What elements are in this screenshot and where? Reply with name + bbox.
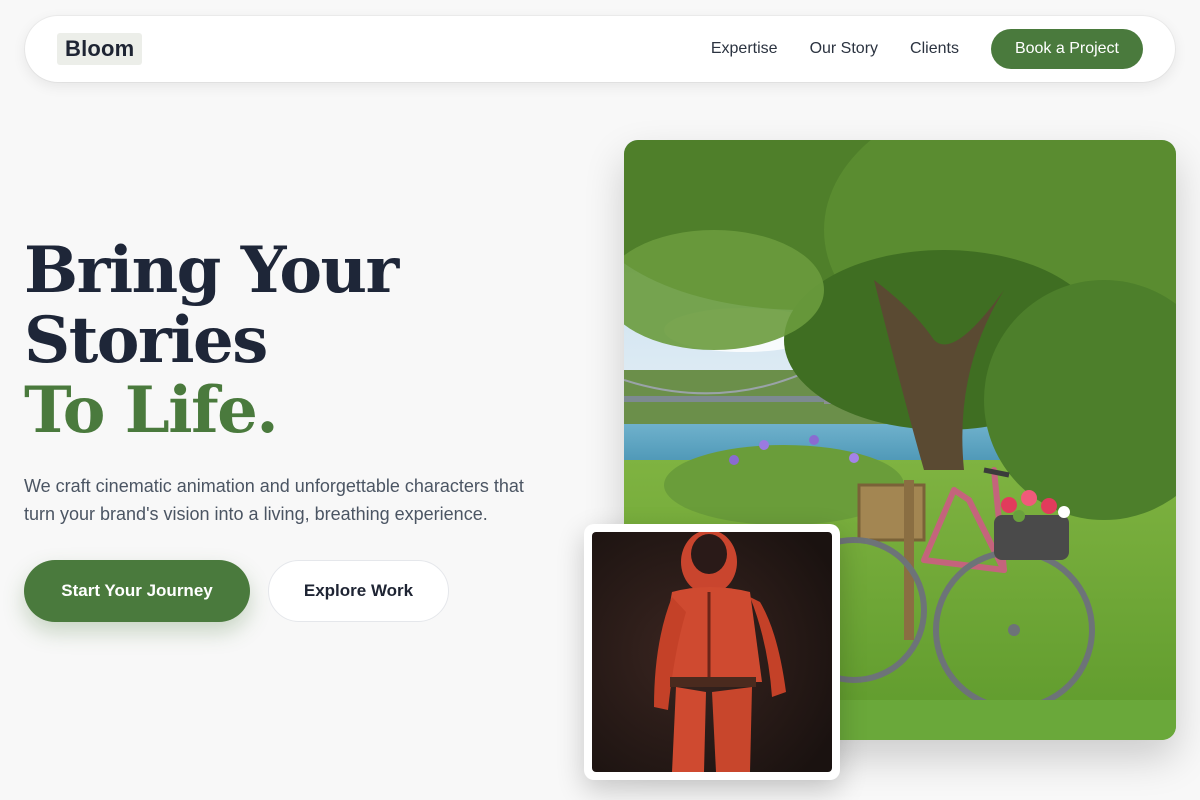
headline-line-3: To Life.: [24, 373, 279, 448]
hero-subtitle: We craft cinematic animation and unforge…: [24, 476, 524, 524]
nav-link-our-story[interactable]: Our Story: [810, 40, 878, 58]
explore-work-button[interactable]: Explore Work: [268, 560, 449, 622]
start-journey-button[interactable]: Start Your Journey: [24, 560, 250, 622]
book-project-button[interactable]: Book a Project: [990, 29, 1143, 69]
hero-section: Bring Your Stories To Life. We craft cin…: [24, 236, 584, 622]
hero-actions: Start Your Journey Explore Work: [24, 560, 584, 622]
hero-headline: Bring Your Stories To Life.: [24, 236, 584, 446]
hero-inset-card: [584, 524, 840, 780]
nav-link-clients[interactable]: Clients: [910, 40, 959, 58]
headline-line-1: Bring Your: [24, 233, 399, 308]
nav-links: Expertise Our Story Clients Book a Proje…: [679, 29, 1143, 69]
brand-logo[interactable]: Bloom: [57, 33, 143, 65]
red-suit-character-image: [592, 532, 832, 772]
nav-link-expertise[interactable]: Expertise: [711, 40, 778, 58]
headline-line-2: Stories: [24, 303, 268, 378]
top-navbar: Bloom Expertise Our Story Clients Book a…: [25, 16, 1175, 82]
